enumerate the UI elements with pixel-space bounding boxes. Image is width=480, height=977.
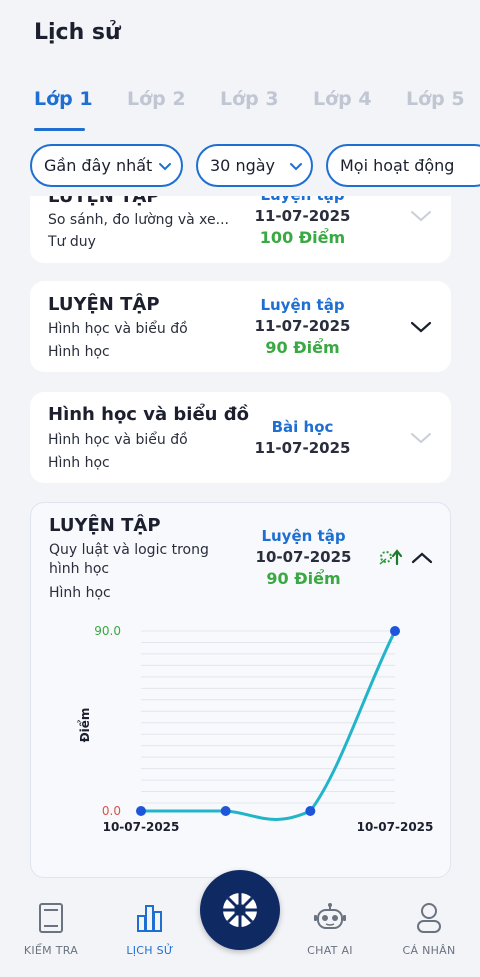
nav-label: CÁ NHÂN (402, 944, 456, 957)
card-title: LUYỆN TẬP (48, 196, 160, 207)
card-score: 90 Điểm (265, 338, 340, 357)
book-icon (39, 903, 63, 933)
card-date: 11-07-2025 (254, 317, 351, 335)
tab-lop-3[interactable]: Lớp 3 (220, 88, 279, 110)
nav-ca-nhan[interactable]: CÁ NHÂN (389, 902, 469, 957)
sort-filter-dropdown[interactable]: Gần đây nhất (30, 144, 183, 187)
nav-label: KIỂM TRA (23, 944, 79, 957)
person-icon (417, 903, 441, 933)
card-date: 10-07-2025 (255, 548, 352, 566)
data-point (390, 626, 400, 636)
card-type: Bài học (271, 418, 334, 436)
active-tab-indicator (34, 128, 85, 131)
center-action-button[interactable] (200, 870, 280, 950)
card-score: 90 Điểm (266, 569, 341, 588)
card-subtitle: Hình học và biểu đồ (48, 432, 188, 448)
nav-chat-ai[interactable]: CHAT AI (290, 902, 370, 957)
card-category: Hình học (48, 455, 110, 471)
x-tick-label: 10-07-2025 (357, 820, 434, 834)
chevron-down-icon (159, 162, 172, 170)
chevron-down-icon (290, 162, 303, 170)
card-type: Luyện tập (261, 527, 346, 545)
chevron-down-icon[interactable] (410, 210, 432, 222)
activity-filter-label: Mọi hoạt động (340, 156, 455, 175)
activity-filter-dropdown[interactable]: Mọi hoạt động (326, 144, 480, 187)
card-subtitle: So sánh, đo lường và xe... (48, 212, 229, 228)
history-card[interactable]: LUYỆN TẬP Hình học và biểu đồ Hình học L… (30, 281, 451, 372)
tab-lop-2[interactable]: Lớp 2 (127, 88, 186, 110)
card-score: 100 Điểm (259, 228, 346, 247)
card-category: Tư duy (48, 234, 96, 250)
data-point (305, 806, 316, 816)
nav-label: LỊCH SỬ (126, 944, 174, 957)
chevron-down-icon[interactable] (410, 321, 432, 333)
card-category: Hình học (49, 585, 111, 601)
y-tick-label: 0.0 (102, 804, 121, 818)
nav-lich-su[interactable]: LỊCH SỬ (110, 902, 190, 957)
card-date: 11-07-2025 (254, 207, 351, 225)
chevron-up-icon[interactable] (411, 552, 433, 564)
history-card[interactable]: Hình học và biểu đồ Hình học và biểu đồ … (30, 392, 451, 483)
chevron-down-icon[interactable] (410, 432, 432, 444)
range-filter-label: 30 ngày (210, 156, 276, 175)
card-date: 11-07-2025 (254, 439, 351, 457)
y-tick-label: 90.0 (94, 624, 121, 638)
aperture-logo-icon (223, 893, 257, 927)
filter-bar: Gần đây nhất 30 ngày Mọi hoạt động (0, 144, 480, 188)
card-title: Hình học và biểu đồ (48, 404, 249, 425)
tab-lop-5[interactable]: Lớp 5 (406, 88, 465, 110)
nav-label: CHAT AI (307, 944, 353, 957)
tab-lop-1[interactable]: Lớp 1 (34, 88, 93, 110)
card-title: LUYỆN TẬP (49, 515, 161, 536)
page-title: Lịch sử (34, 20, 121, 45)
y-axis-label: Điểm (77, 708, 92, 743)
score-line-chart: 0.0 90.0 Điểm 10-07-2025 10-07-2025 (77, 624, 434, 834)
improvement-badge-icon (379, 549, 403, 566)
x-tick-label: 10-07-2025 (103, 820, 180, 834)
card-type: Luyện tập (260, 296, 345, 314)
sort-filter-label: Gần đây nhất (44, 156, 153, 175)
history-card-expanded[interactable]: LUYỆN TẬP Quy luật và logic trong hình h… (30, 502, 451, 878)
range-filter-dropdown[interactable]: 30 ngày (196, 144, 313, 187)
history-card[interactable]: LUYỆN TẬP So sánh, đo lường và xe... Tư … (30, 196, 451, 263)
card-subtitle: Quy luật và logic trong hình học (49, 542, 209, 577)
card-subtitle: Hình học và biểu đồ (48, 321, 188, 337)
robot-icon (314, 903, 346, 929)
card-type: Luyện tập (250, 196, 355, 204)
bar-chart-icon (137, 905, 162, 932)
nav-kiem-tra[interactable]: KIỂM TRA (11, 902, 91, 957)
card-category: Hình học (48, 344, 110, 360)
card-title: LUYỆN TẬP (48, 294, 160, 315)
data-point (136, 806, 146, 816)
data-point (220, 806, 231, 816)
history-list: LUYỆN TẬP So sánh, đo lường và xe... Tư … (0, 196, 480, 886)
tab-lop-4[interactable]: Lớp 4 (313, 88, 372, 110)
